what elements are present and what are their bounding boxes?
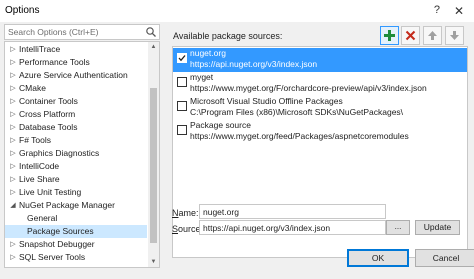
source-url: https://www.myget.org/feed/Packages/aspn… <box>190 131 409 141</box>
name-field[interactable] <box>199 204 386 219</box>
tree-item-label: Live Unit Testing <box>19 187 82 197</box>
collapsed-arrow-icon[interactable]: ▷ <box>8 121 18 134</box>
collapsed-arrow-icon[interactable]: ▷ <box>8 173 18 186</box>
tree-item-label: General <box>27 213 58 223</box>
tree-item[interactable]: ◢ NuGet Package Manager <box>5 199 147 212</box>
source-enabled-checkbox[interactable] <box>177 77 187 87</box>
tree-item-label: Live Share <box>19 174 60 184</box>
package-source-item[interactable]: nuget.org https://api.nuget.org/v3/index.… <box>173 48 467 72</box>
tree-item[interactable]: ▷ IntelliCode <box>5 160 147 173</box>
options-dialog: Options ? ✕ ▷IntelliTrace▷Performance To… <box>0 0 474 279</box>
tree-item-label: Container Tools <box>19 96 78 106</box>
source-enabled-checkbox[interactable] <box>177 125 187 135</box>
collapsed-arrow-icon[interactable]: ▷ <box>8 238 18 251</box>
add-source-button[interactable] <box>380 26 399 45</box>
source-enabled-checkbox[interactable] <box>177 53 187 63</box>
tree-child-item[interactable]: General <box>5 212 147 225</box>
collapsed-arrow-icon[interactable]: ▷ <box>8 186 18 199</box>
package-source-item[interactable]: Microsoft Visual Studio Offline Packages… <box>173 96 467 120</box>
source-name: Microsoft Visual Studio Offline Packages <box>190 96 343 106</box>
tree-item[interactable]: ▷ SQL Server Tools <box>5 251 147 264</box>
tree-child-item[interactable]: Package Sources <box>5 225 147 238</box>
source-name: nuget.org <box>190 48 226 58</box>
tree-item[interactable]: ▷ CMake <box>5 82 147 95</box>
source-url: C:\Program Files (x86)\Microsoft SDKs\Nu… <box>190 107 404 117</box>
tree-item-label: IntelliTrace <box>19 44 61 54</box>
tree-item[interactable]: ▷ IntelliTrace <box>5 43 147 56</box>
tree-item-label: Graphics Diagnostics <box>19 148 100 158</box>
tree-item[interactable]: ▷ F# Tools <box>5 134 147 147</box>
source-url: https://api.nuget.org/v3/index.json <box>190 59 318 69</box>
tree-item[interactable]: ▷ Cross Platform <box>5 108 147 121</box>
tree-item-label: F# Tools <box>19 135 51 145</box>
tree-item-label: IntelliCode <box>19 161 60 171</box>
help-icon[interactable]: ? <box>434 4 440 16</box>
collapsed-arrow-icon[interactable]: ▷ <box>8 160 18 173</box>
tree-item-label: Database Tools <box>19 122 78 132</box>
window-title: Options <box>5 5 40 16</box>
tree-item-label: Package Sources <box>27 226 94 236</box>
checkmark-icon <box>178 55 186 62</box>
search-box <box>4 24 160 40</box>
source-name: myget <box>190 72 214 82</box>
package-source-item[interactable]: Package source https://www.myget.org/feed… <box>173 120 467 144</box>
collapsed-arrow-icon[interactable]: ▷ <box>8 134 18 147</box>
scroll-up-icon[interactable]: ▲ <box>148 42 159 52</box>
collapsed-arrow-icon[interactable]: ▷ <box>8 95 18 108</box>
tree-item-label: Cross Platform <box>19 109 76 119</box>
search-input[interactable] <box>5 25 146 39</box>
tree-item[interactable]: ▷ Snapshot Debugger <box>5 238 147 251</box>
search-icon[interactable] <box>145 26 157 38</box>
collapsed-arrow-icon[interactable]: ▷ <box>8 147 18 160</box>
browse-button[interactable]: ... <box>386 220 410 235</box>
tree-item-label: SQL Server Tools <box>19 252 86 262</box>
source-enabled-checkbox[interactable] <box>177 101 187 111</box>
arrow-up-icon <box>428 31 437 40</box>
tree-item-label: Azure Service Authentication <box>19 70 128 80</box>
collapsed-arrow-icon[interactable]: ▷ <box>8 108 18 121</box>
scrollbar-thumb[interactable] <box>150 88 157 243</box>
source-field[interactable] <box>199 220 386 235</box>
package-source-item[interactable]: myget https://www.myget.org/F/orchardcore… <box>173 72 467 96</box>
tree-item[interactable]: ▷ Azure Service Authentication <box>5 69 147 82</box>
update-button[interactable]: Update <box>415 220 460 235</box>
tree-item[interactable]: ▷ Live Unit Testing <box>5 186 147 199</box>
collapsed-arrow-icon[interactable]: ▷ <box>8 56 18 69</box>
close-icon[interactable]: ✕ <box>444 0 474 22</box>
tree-item-label: NuGet Package Manager <box>19 200 115 210</box>
move-down-button[interactable] <box>445 26 464 45</box>
collapsed-arrow-icon[interactable]: ▷ <box>8 69 18 82</box>
source-url: https://www.myget.org/F/orchardcore-prev… <box>190 83 427 93</box>
expanded-arrow-icon[interactable]: ◢ <box>8 199 18 212</box>
tree-scrollbar[interactable]: ▲ ▼ <box>148 42 159 267</box>
tree-item-label: Performance Tools <box>19 57 90 67</box>
x-icon <box>405 30 416 41</box>
collapsed-arrow-icon[interactable]: ▷ <box>8 43 18 56</box>
collapsed-arrow-icon[interactable]: ▷ <box>8 251 18 264</box>
tree-item[interactable]: ▷ Graphics Diagnostics <box>5 147 147 160</box>
collapsed-arrow-icon[interactable]: ▷ <box>8 82 18 95</box>
scroll-down-icon[interactable]: ▼ <box>148 257 159 267</box>
cancel-button[interactable]: Cancel <box>415 249 474 267</box>
tree-item-label: CMake <box>19 83 46 93</box>
move-up-button[interactable] <box>423 26 442 45</box>
tree-item-label: Snapshot Debugger <box>19 239 95 249</box>
arrow-down-icon <box>450 31 459 40</box>
tree-item[interactable]: ▷ Container Tools <box>5 95 147 108</box>
tree-item[interactable]: ▷ Database Tools <box>5 121 147 134</box>
remove-source-button[interactable] <box>401 26 420 45</box>
available-sources-label: Available package sources: <box>173 31 283 41</box>
options-tree: ▷ IntelliTrace ▷ Performance Tools ▷ Azure Se… <box>4 41 160 268</box>
title-bar: Options ? ✕ <box>0 0 474 22</box>
plus-icon <box>384 30 395 41</box>
source-name: Package source <box>190 120 251 130</box>
ok-button[interactable]: OK <box>347 249 409 267</box>
tree-item[interactable]: ▷ Performance Tools <box>5 56 147 69</box>
tree-item[interactable]: ▷ Live Share <box>5 173 147 186</box>
name-label: Name: <box>172 208 199 218</box>
